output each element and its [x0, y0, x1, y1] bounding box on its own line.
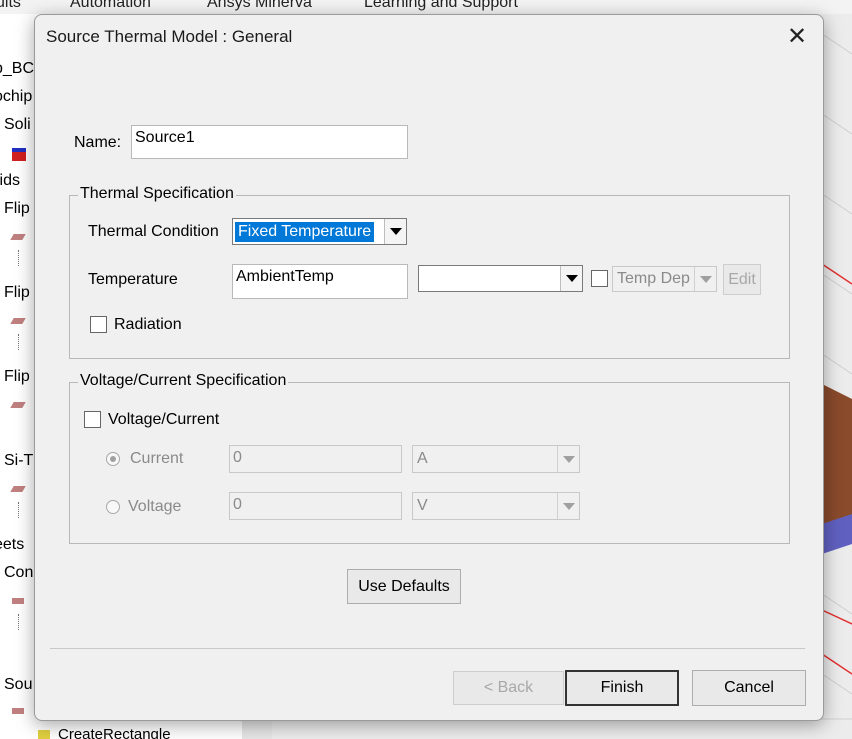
menu-bar: ults Automation Ansys Minerva Learning a… — [0, 0, 852, 14]
cancel-button[interactable]: Cancel — [692, 670, 806, 706]
temperature-label: Temperature — [88, 271, 178, 288]
current-unit-dropdown[interactable]: A — [412, 445, 580, 473]
tree-connector — [18, 614, 19, 630]
chevron-down-icon — [560, 266, 582, 291]
object-icon — [12, 708, 24, 714]
chevron-down-icon — [694, 267, 716, 291]
current-input[interactable]: 0 — [229, 445, 402, 473]
chevron-down-icon — [557, 493, 579, 519]
group-title: Voltage/Current Specification — [78, 372, 289, 390]
tree-item[interactable]: lids — [0, 172, 20, 190]
voltage-radio[interactable] — [106, 500, 120, 514]
separator — [50, 648, 805, 649]
chevron-down-icon — [557, 446, 579, 472]
menu-item-ansys-minerva[interactable]: Ansys Minerva — [207, 0, 312, 12]
menu-item-automation[interactable]: Automation — [70, 0, 151, 12]
current-radio[interactable] — [106, 452, 120, 466]
chevron-down-icon — [384, 219, 406, 244]
temp-dep-label: Temp Dep — [617, 270, 690, 287]
use-defaults-button[interactable]: Use Defaults — [347, 569, 461, 604]
temperature-unit-dropdown[interactable] — [418, 265, 583, 292]
thermal-condition-dropdown[interactable]: Fixed Temperature — [232, 218, 407, 245]
voltage-input[interactable]: 0 — [229, 492, 402, 520]
object-icon — [10, 234, 26, 240]
tree-item[interactable]: Sou — [4, 676, 32, 694]
object-icon — [10, 486, 26, 492]
tree-item[interactable]: Soli — [4, 116, 31, 134]
back-button[interactable]: < Back — [453, 671, 564, 705]
tree-item[interactable]: Con — [4, 564, 33, 582]
temp-dep-checkbox[interactable] — [591, 270, 608, 287]
thermal-condition-value: Fixed Temperature — [235, 222, 375, 242]
current-label: Current — [130, 450, 184, 467]
tree-connector — [18, 250, 19, 266]
group-title: Thermal Specification — [78, 185, 236, 203]
voltage-unit-dropdown[interactable]: V — [412, 492, 580, 520]
solid-icon — [12, 148, 26, 161]
object-icon — [10, 318, 26, 324]
menu-item-results[interactable]: ults — [0, 0, 21, 12]
operation-icon — [38, 730, 50, 739]
tree-item[interactable]: p_BC — [0, 60, 34, 78]
voltage-label: Voltage — [128, 498, 182, 515]
temperature-input[interactable]: AmbientTemp — [232, 264, 408, 299]
radiation-checkbox[interactable] — [90, 316, 107, 333]
tree-item[interactable]: CreateRectangle — [58, 726, 171, 739]
tree-item[interactable]: Si-T — [4, 452, 33, 470]
menu-item-learning-support[interactable]: Learning and Support — [364, 0, 518, 12]
thermal-condition-label: Thermal Condition — [88, 223, 219, 240]
voltage-unit-value: V — [417, 497, 428, 514]
tree-item[interactable]: ochip — [0, 88, 32, 106]
tree-connector — [18, 334, 19, 350]
object-icon — [10, 402, 26, 408]
temp-dep-dropdown[interactable]: Temp Dep — [612, 266, 717, 292]
dialog-titlebar[interactable]: Source Thermal Model : General ✕ — [35, 15, 823, 59]
tree-item[interactable]: Flip — [4, 368, 30, 386]
object-icon — [12, 598, 24, 604]
finish-button[interactable]: Finish — [565, 670, 679, 706]
voltage-current-label: Voltage/Current — [108, 411, 220, 428]
voltage-current-checkbox[interactable] — [84, 411, 101, 428]
close-icon[interactable]: ✕ — [779, 21, 815, 53]
tree-item[interactable]: Flip — [4, 200, 30, 218]
tree-item[interactable]: eets — [0, 536, 24, 554]
name-input[interactable]: Source1 — [131, 125, 408, 159]
tree-item[interactable]: Flip — [4, 284, 30, 302]
radiation-label: Radiation — [114, 316, 182, 333]
edit-button[interactable]: Edit — [723, 264, 761, 295]
tree-connector — [18, 502, 19, 518]
dialog-title: Source Thermal Model : General — [46, 27, 293, 46]
source-thermal-model-dialog: Source Thermal Model : General ✕ Name: S… — [34, 14, 824, 721]
name-label: Name: — [74, 134, 122, 151]
current-unit-value: A — [417, 450, 428, 467]
